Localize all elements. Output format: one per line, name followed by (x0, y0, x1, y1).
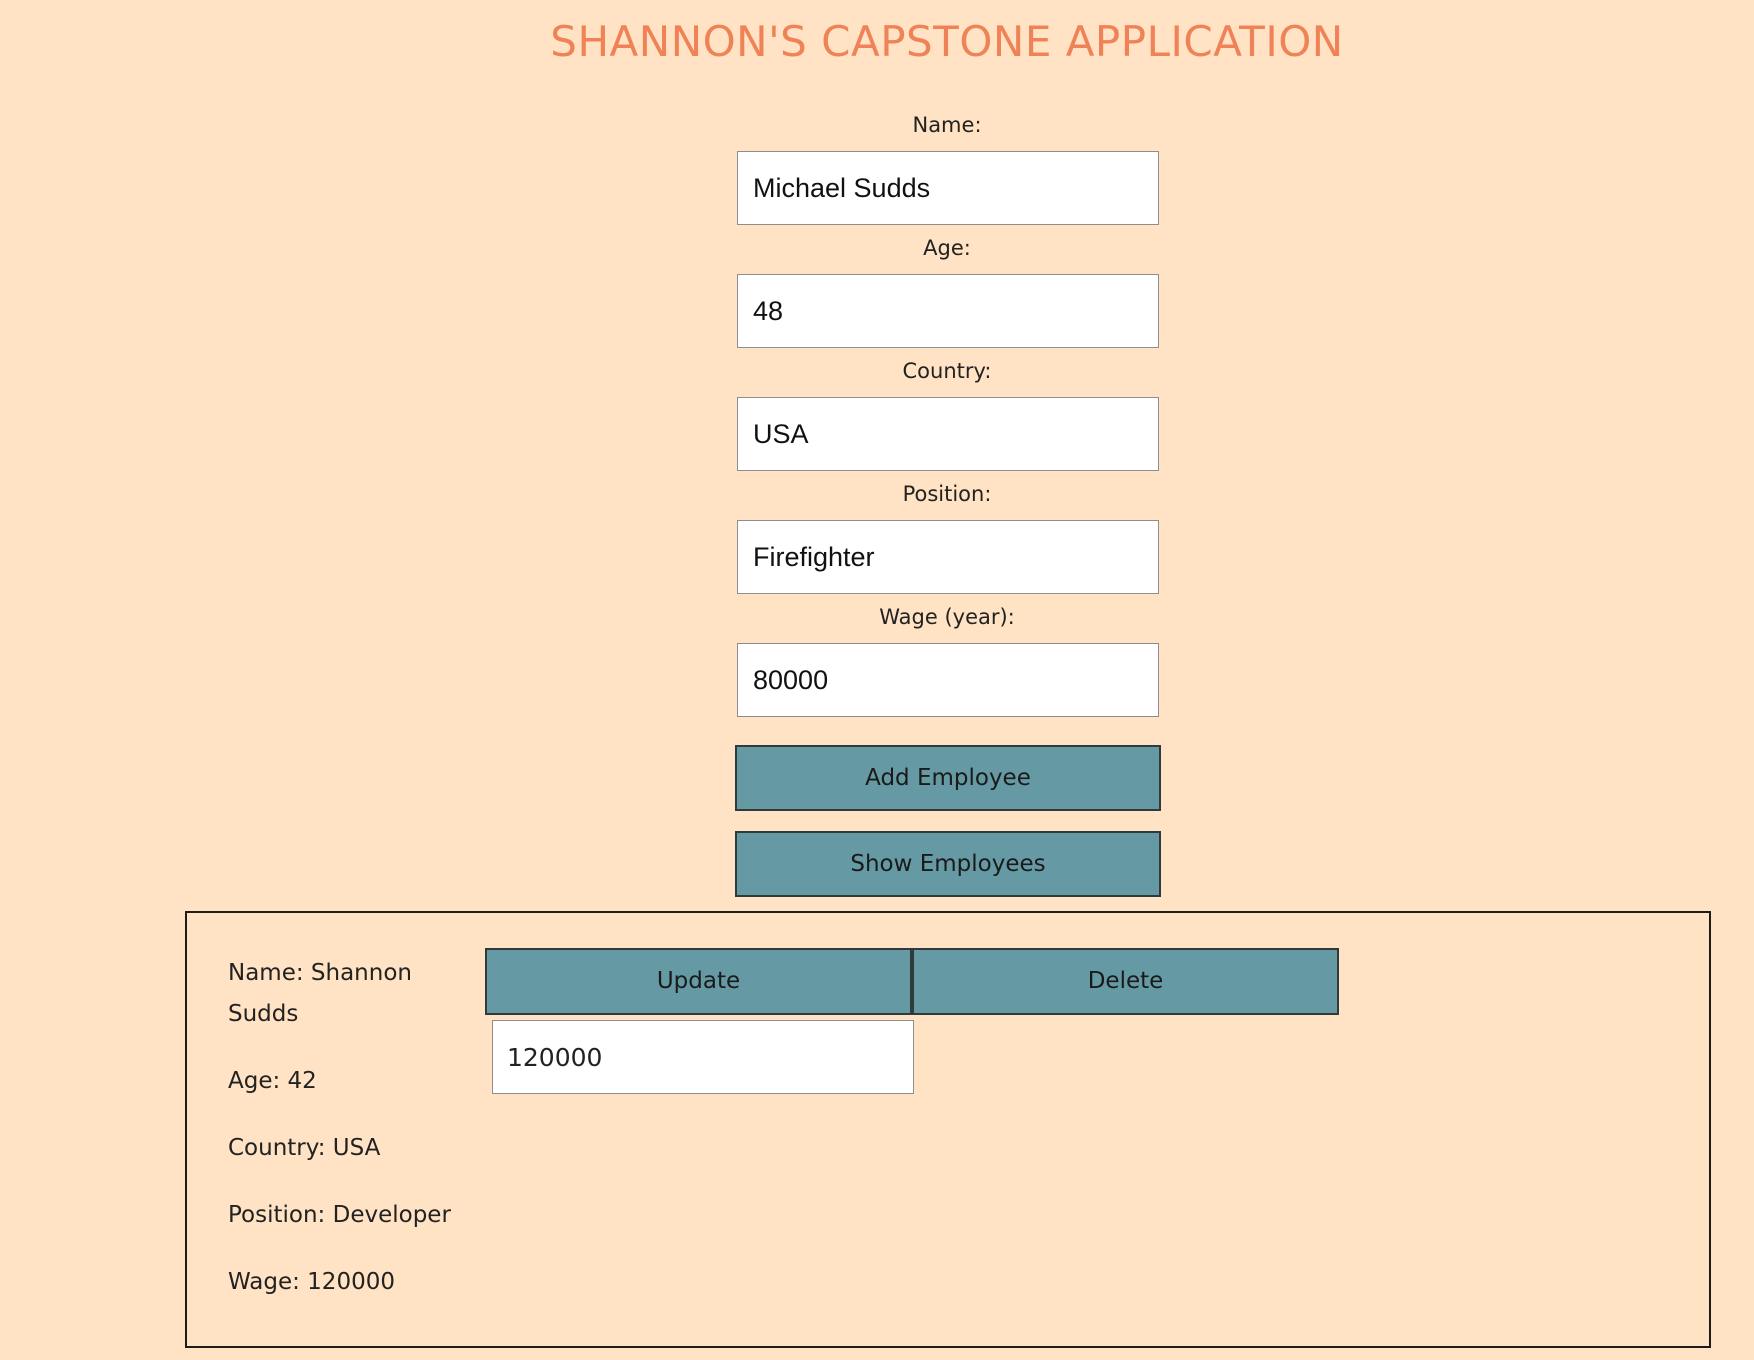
delete-button[interactable]: Delete (912, 948, 1339, 1015)
employee-country: Country: USA (228, 1135, 381, 1161)
wage-input[interactable] (737, 643, 1159, 717)
employee-wage: Wage: 120000 (228, 1269, 395, 1295)
add-employee-button[interactable]: Add Employee (735, 745, 1161, 811)
employee-age: Age: 42 (228, 1068, 317, 1094)
update-button[interactable]: Update (485, 948, 912, 1015)
position-input[interactable] (737, 520, 1159, 594)
employee-name: Name: Shannon Sudds (228, 960, 412, 1027)
new-wage-input[interactable] (492, 1020, 914, 1094)
page-title: SHANNON'S CAPSTONE APPLICATION (550, 17, 1344, 66)
name-input[interactable] (737, 151, 1159, 225)
country-input[interactable] (737, 397, 1159, 471)
employee-details: Name: Shannon Sudds Age: 42 Country: USA… (228, 953, 468, 1329)
name-label: Name: (912, 113, 982, 137)
employee-list-panel: Name: Shannon Sudds Age: 42 Country: USA… (185, 911, 1711, 1348)
age-input[interactable] (737, 274, 1159, 348)
show-employees-button[interactable]: Show Employees (735, 831, 1161, 897)
country-label: Country: (902, 359, 992, 383)
employee-position: Position: Developer (228, 1202, 451, 1228)
wage-label: Wage (year): (879, 605, 1015, 629)
position-label: Position: (902, 482, 992, 506)
age-label: Age: (923, 236, 971, 260)
